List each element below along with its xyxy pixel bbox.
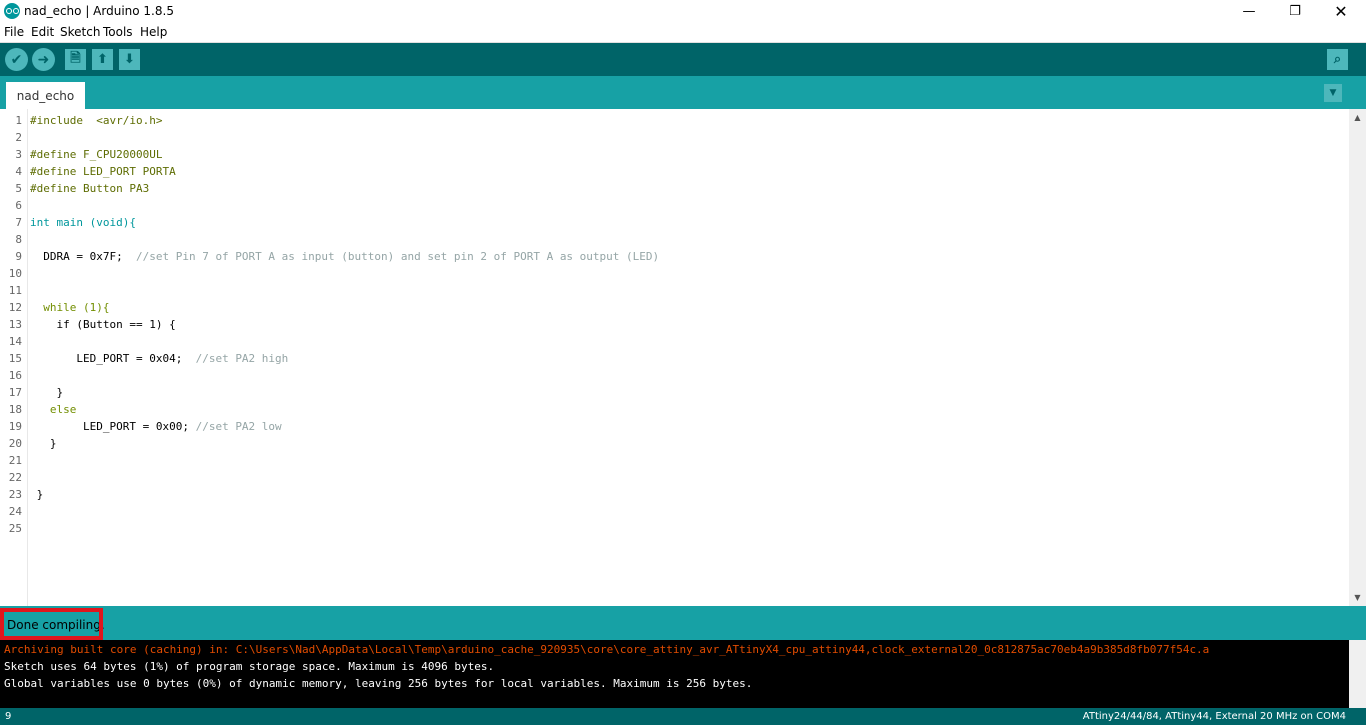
line-number: 15 <box>8 352 22 365</box>
line-number: 10 <box>8 267 22 280</box>
footer-bar: 9 ATtiny24/44/84, ATtiny44, External 20 … <box>0 708 1366 725</box>
new-sketch-icon[interactable]: 🗎 <box>65 49 86 70</box>
code-line-define-button: #define Button PA3 <box>30 182 150 195</box>
menu-file[interactable]: File <box>4 25 24 39</box>
scroll-up-arrow-icon[interactable]: ▲ <box>1349 109 1366 126</box>
line-number: 24 <box>8 505 22 518</box>
menu-sketch[interactable]: Sketch <box>60 25 100 39</box>
line-number: 2 <box>15 131 22 144</box>
code-editor[interactable]: 1 2 3 4 5 6 7 8 9 10 11 12 13 14 15 16 1… <box>0 109 1366 606</box>
code-line-led-high: LED_PORT = 0x04; //set PA2 high <box>30 352 288 365</box>
code-led-high-statement: LED_PORT = 0x04; <box>30 352 196 365</box>
tab-nad-echo[interactable]: nad_echo <box>6 82 85 109</box>
status-bar: Done compiling. <box>0 606 1366 640</box>
code-ddra-statement: DDRA = 0x7F; <box>30 250 136 263</box>
line-number: 22 <box>8 471 22 484</box>
code-line-main: int main (void){ <box>30 216 136 229</box>
line-number: 8 <box>15 233 22 246</box>
console-output[interactable]: Archiving built core (caching) in: C:\Us… <box>0 640 1366 708</box>
code-line-close-if: } <box>30 386 64 399</box>
line-number: 5 <box>15 182 22 195</box>
code-led-low-statement: LED_PORT = 0x00; <box>30 420 196 433</box>
verify-icon[interactable]: ✔ <box>5 48 28 71</box>
arduino-logo-icon <box>4 3 20 19</box>
window-title: nad_echo | Arduino 1.8.5 <box>24 4 174 18</box>
line-number: 18 <box>8 403 22 416</box>
code-line-close-while: } <box>30 437 57 450</box>
upload-icon[interactable]: ➜ <box>32 48 55 71</box>
line-number: 19 <box>8 420 22 433</box>
line-number: 4 <box>15 165 22 178</box>
line-number: 20 <box>8 437 22 450</box>
line-number: 11 <box>8 284 22 297</box>
code-ddra-comment: //set Pin 7 of PORT A as input (button) … <box>135 250 660 263</box>
console-line-global-vars: Global variables use 0 bytes (0%) of dyn… <box>4 677 753 690</box>
menu-bar: File Edit Sketch Tools Help <box>0 23 1366 43</box>
line-number: 13 <box>8 318 22 331</box>
code-line-include: #include <avr/io.h> <box>30 114 163 127</box>
line-number: 17 <box>8 386 22 399</box>
code-led-low-comment: //set PA2 low <box>195 420 282 433</box>
code-line-define-led-port: #define LED_PORT PORTA <box>30 165 176 178</box>
line-number: 7 <box>15 216 22 229</box>
line-number: 6 <box>15 199 22 212</box>
board-info: ATtiny24/44/84, ATtiny44, External 20 MH… <box>1082 711 1346 722</box>
scroll-down-arrow-icon[interactable]: ▼ <box>1349 589 1366 606</box>
line-number: 1 <box>15 114 22 127</box>
code-line-close-main: } <box>30 488 44 501</box>
code-line-led-low: LED_PORT = 0x00; //set PA2 low <box>30 420 282 433</box>
code-line-else: else <box>30 403 77 416</box>
code-led-high-comment: //set PA2 high <box>195 352 289 365</box>
current-line-number: 9 <box>5 711 12 722</box>
console-scrollbar[interactable] <box>1349 640 1366 708</box>
console-line-archiving: Archiving built core (caching) in: C:\Us… <box>4 643 1210 656</box>
serial-monitor-icon[interactable]: ⌕ <box>1327 49 1348 70</box>
code-line-while: while (1){ <box>30 301 110 314</box>
tab-bar: nad_echo ▼ <box>0 76 1366 109</box>
line-number: 23 <box>8 488 22 501</box>
editor-vertical-scrollbar[interactable]: ▲ ▼ <box>1349 109 1366 606</box>
code-line-define-fcpu: #define F_CPU20000UL <box>30 148 163 161</box>
line-number-gutter: 1 2 3 4 5 6 7 8 9 10 11 12 13 14 15 16 1… <box>0 109 28 606</box>
maximize-button[interactable]: ❐ <box>1272 0 1318 23</box>
open-sketch-icon[interactable]: ⬆ <box>92 49 113 70</box>
menu-tools[interactable]: Tools <box>103 25 133 39</box>
line-number: 21 <box>8 454 22 467</box>
line-number: 14 <box>8 335 22 348</box>
save-sketch-icon[interactable]: ⬇ <box>119 49 140 70</box>
console-line-sketch-size: Sketch uses 64 bytes (1%) of program sto… <box>4 660 495 673</box>
code-line-if: if (Button == 1) { <box>30 318 176 331</box>
status-highlight-box <box>0 608 103 640</box>
line-number: 16 <box>8 369 22 382</box>
code-line-ddra: DDRA = 0x7F; //set Pin 7 of PORT A as in… <box>30 250 659 263</box>
line-number: 3 <box>15 148 22 161</box>
line-number: 25 <box>8 522 22 535</box>
title-bar: nad_echo | Arduino 1.8.5 — ❐ ✕ <box>0 0 1366 23</box>
menu-help[interactable]: Help <box>140 25 167 39</box>
minimize-button[interactable]: — <box>1226 0 1272 23</box>
line-number: 9 <box>15 250 22 263</box>
line-number: 12 <box>8 301 22 314</box>
close-button[interactable]: ✕ <box>1318 0 1364 23</box>
toolbar: ✔ ➜ 🗎 ⬆ ⬇ ⌕ <box>0 43 1366 76</box>
tab-menu-chevron-down-icon[interactable]: ▼ <box>1324 84 1342 102</box>
menu-edit[interactable]: Edit <box>31 25 54 39</box>
